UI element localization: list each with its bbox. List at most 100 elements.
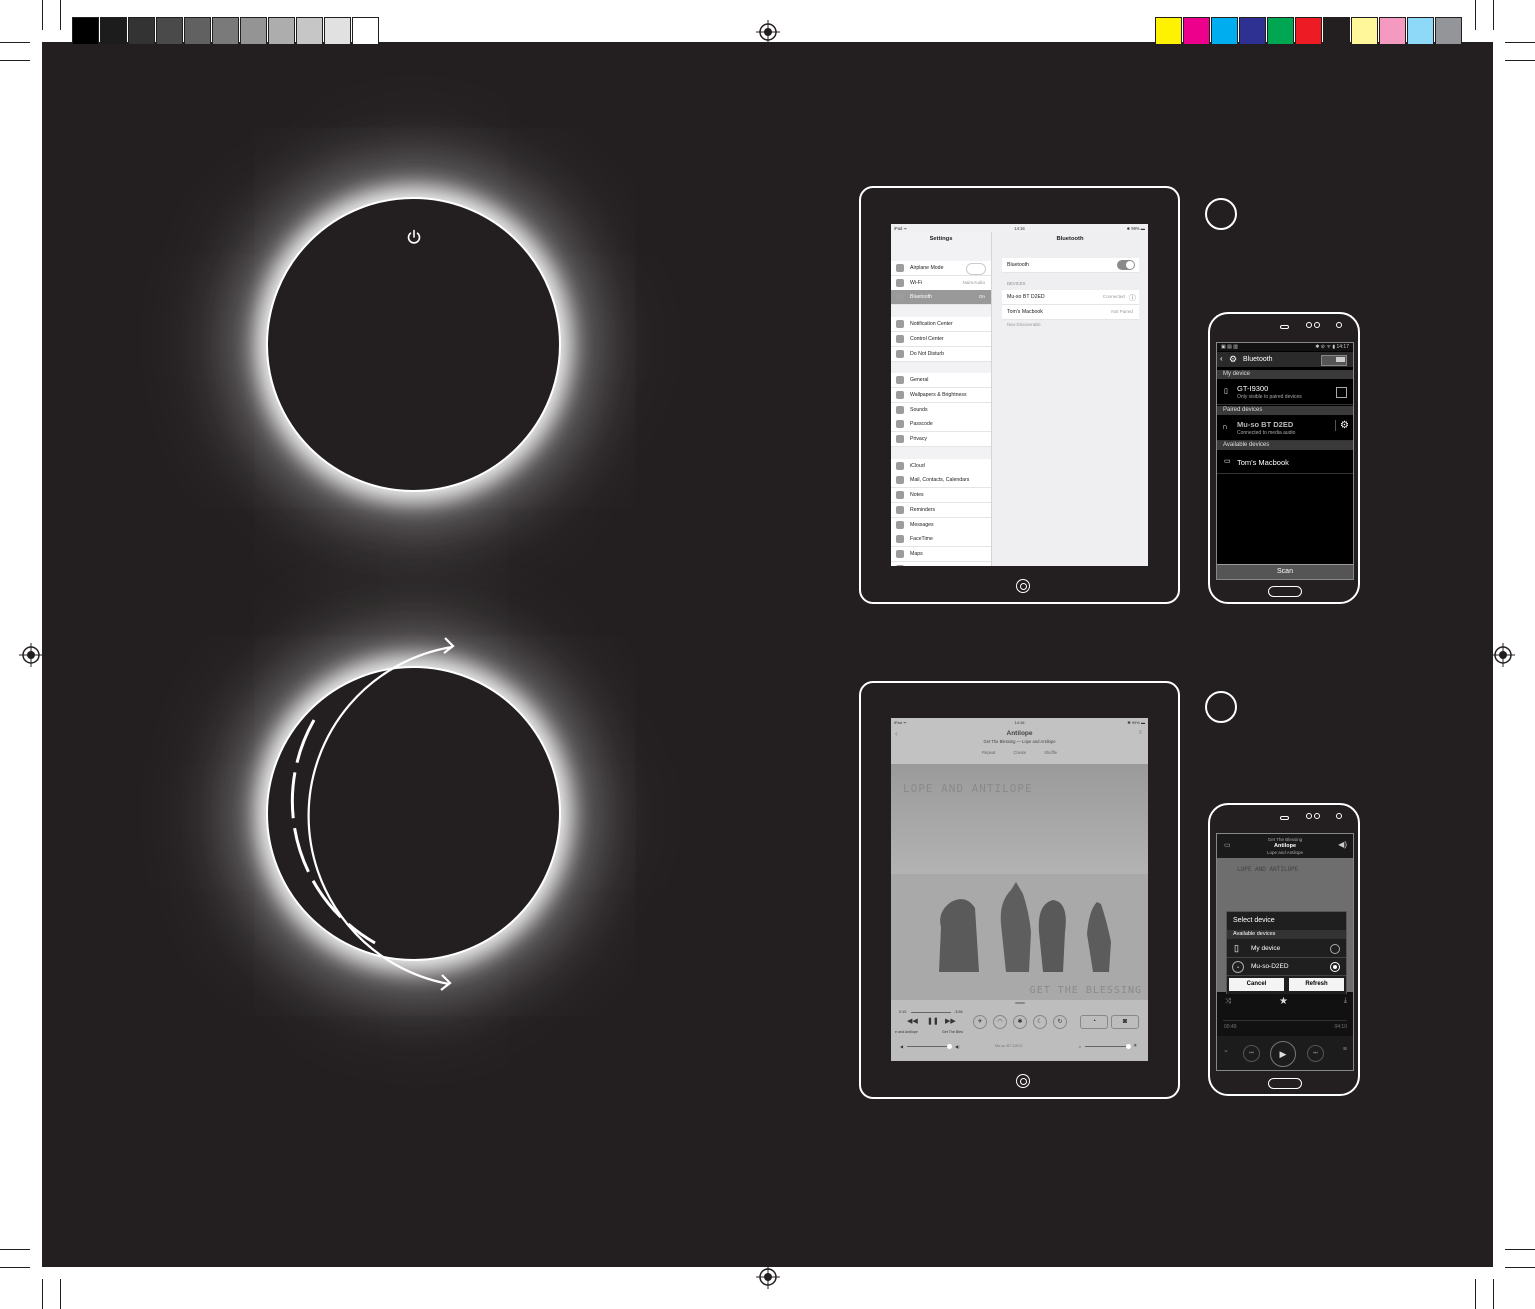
settings-item[interactable]: Mail, Contacts, Calendars: [891, 473, 991, 489]
scan-button[interactable]: Scan: [1217, 564, 1353, 579]
control-center: 0:19 -3:56 ◀◀ ❚❚ ▶▶ e and Antilope Get T…: [891, 1000, 1148, 1061]
bt-device-row[interactable]: Tom's Macbook Not Paired: [1002, 305, 1139, 320]
refresh-button[interactable]: Refresh: [1289, 978, 1344, 991]
select-device-dialog: Select device Available devices ▯ My dev…: [1226, 911, 1347, 995]
settings-item[interactable]: Wi-Fi NaimAudio: [891, 275, 991, 291]
star-icon[interactable]: ★: [1279, 996, 1288, 1007]
settings-item[interactable]: Control Center: [891, 331, 991, 347]
music-action-button[interactable]: Shuffle: [1044, 750, 1057, 755]
previous-icon[interactable]: ◀◀: [907, 1017, 918, 1025]
airplane-icon[interactable]: ✈: [973, 1015, 987, 1029]
wifi-icon[interactable]: ◠: [993, 1015, 1007, 1029]
home-button-icon[interactable]: [1016, 1074, 1030, 1088]
discoverable-text: Now Discoverable: [1007, 322, 1041, 327]
bluetooth-toggle-row[interactable]: Bluetooth: [1002, 258, 1139, 273]
option-my-device[interactable]: ▯ My device: [1227, 940, 1346, 958]
settings-item[interactable]: iCloud: [891, 458, 991, 474]
info-icon[interactable]: ⓘ: [1129, 293, 1136, 303]
song-title: Antilope: [1274, 843, 1296, 849]
volume-slider[interactable]: [907, 1044, 952, 1049]
radio-my-device[interactable]: [1330, 944, 1340, 954]
home-button-icon[interactable]: [1016, 579, 1030, 593]
brightness-slider[interactable]: [1085, 1044, 1131, 1049]
dialog-subheader: Available devices: [1227, 930, 1346, 939]
status-bar: iPad ᯤ 14:16 ✱ 99% ▬: [891, 224, 1148, 232]
rotation-lock-icon[interactable]: ↻: [1053, 1015, 1067, 1029]
settings-item[interactable]: Messages: [891, 517, 991, 533]
shuffle-icon[interactable]: ⤨: [1225, 998, 1231, 1006]
next-icon[interactable]: ⏭: [1307, 1045, 1324, 1062]
settings-item[interactable]: Bluetooth On: [891, 290, 991, 306]
settings-item[interactable]: Airplane Mode: [891, 261, 991, 276]
pause-icon[interactable]: ❚❚: [927, 1017, 939, 1025]
color-swatch: [1295, 17, 1322, 45]
play-icon[interactable]: ▶: [1270, 1041, 1296, 1067]
radio-muso[interactable]: [1330, 962, 1340, 972]
phone-home-button[interactable]: [1268, 586, 1302, 597]
music-action-button[interactable]: Repeat: [982, 750, 996, 755]
settings-item[interactable]: Passcode: [891, 417, 991, 433]
status-time: 14:16: [1014, 226, 1025, 231]
album-art: LOPE AND ANTILOPE GET THE BLESSING: [891, 764, 1148, 1000]
airplay-label[interactable]: Mu-so BT D2ED: [995, 1044, 1023, 1048]
music-action-button[interactable]: Create: [1013, 750, 1026, 755]
settings-item-label: Bluetooth: [910, 294, 932, 301]
settings-item[interactable]: Sounds: [891, 402, 991, 418]
settings-item-icon: [896, 278, 904, 287]
bluetooth-title: Bluetooth: [1056, 236, 1084, 242]
available-device-row[interactable]: ▭ Tom's Macbook: [1217, 451, 1353, 474]
android-player-controls: ⤨ ★ ⤓ 00:49 04:10 ⌄ ⏮ ▶ ⏭ ≡: [1217, 994, 1353, 1070]
android-bt-switch[interactable]: [1321, 355, 1347, 366]
settings-item-value: NaimAudio: [962, 279, 985, 285]
gray-swatch: [240, 17, 267, 45]
gray-swatch: [156, 17, 183, 45]
settings-item-label: FaceTime: [910, 536, 933, 543]
timer-icon[interactable]: ◔: [1080, 1015, 1108, 1029]
settings-item[interactable]: General: [891, 373, 991, 389]
settings-item[interactable]: Do Not Disturb: [891, 346, 991, 362]
paired-devices-header: Paired devices: [1217, 406, 1353, 415]
speaker-knob-power[interactable]: [266, 197, 561, 492]
cancel-button[interactable]: Cancel: [1229, 978, 1284, 991]
paired-device-name: Mu-so BT D2ED: [1237, 420, 1294, 429]
option-muso[interactable]: ● Mu-so-D2ED: [1227, 958, 1346, 976]
settings-item[interactable]: Notification Center: [891, 317, 991, 333]
collapse-chevron-icon[interactable]: ⌄: [1223, 1046, 1229, 1054]
color-swatch: [1267, 17, 1294, 45]
settings-item[interactable]: Wallpapers & Brightness: [891, 387, 991, 403]
bluetooth-toggle[interactable]: [1117, 260, 1135, 270]
volume-high-icon: ◀): [955, 1044, 960, 1049]
my-device-header: My device: [1217, 370, 1353, 379]
bt-device-row[interactable]: ⓘ Mu-so BT D2ED Connected: [1002, 290, 1139, 305]
rotate-arrows-icon: [290, 637, 455, 991]
phone-home-button[interactable]: [1268, 1078, 1302, 1089]
color-swatch: [1323, 17, 1350, 45]
next-icon[interactable]: ▶▶: [945, 1017, 956, 1025]
queue-icon[interactable]: ≡: [1343, 1046, 1347, 1053]
back-chevron-icon[interactable]: ‹: [1220, 354, 1223, 363]
bluetooth-icon[interactable]: ✱: [1013, 1015, 1027, 1029]
settings-item[interactable]: Safari: [891, 561, 991, 566]
previous-icon[interactable]: ⏮: [1243, 1045, 1260, 1062]
color-swatch: [1407, 17, 1434, 45]
settings-item[interactable]: FaceTime: [891, 532, 991, 548]
seek-bar[interactable]: [1223, 1020, 1347, 1021]
moon-icon[interactable]: ☾: [1033, 1015, 1047, 1029]
visibility-checkbox[interactable]: [1336, 387, 1347, 398]
dialog-title: Select device: [1233, 917, 1275, 924]
speaker-icon[interactable]: ◀): [1338, 840, 1347, 849]
progress-bar[interactable]: [911, 1012, 951, 1013]
ipad-settings-screen: iPad ᯤ 14:16 ✱ 99% ▬ Settings Airplane M…: [891, 224, 1148, 566]
my-device-sub: Only visible to paired devices: [1237, 394, 1302, 400]
settings-item[interactable]: Maps: [891, 546, 991, 562]
device-settings-gear-icon[interactable]: ⚙: [1335, 420, 1349, 431]
camera-icon[interactable]: ◙: [1111, 1015, 1139, 1029]
my-device-row[interactable]: ▯ GT-I9300 Only visible to paired device…: [1217, 380, 1353, 405]
settings-item-label: Wallpapers & Brightness: [910, 391, 967, 398]
settings-item[interactable]: Reminders: [891, 502, 991, 518]
settings-item[interactable]: Notes: [891, 488, 991, 504]
airplane-toggle[interactable]: [966, 263, 986, 275]
paired-device-row[interactable]: ∩ Mu-so BT D2ED Connected to media audio…: [1217, 416, 1353, 441]
settings-item[interactable]: Privacy: [891, 432, 991, 447]
download-icon[interactable]: ⤓: [1344, 997, 1347, 1005]
